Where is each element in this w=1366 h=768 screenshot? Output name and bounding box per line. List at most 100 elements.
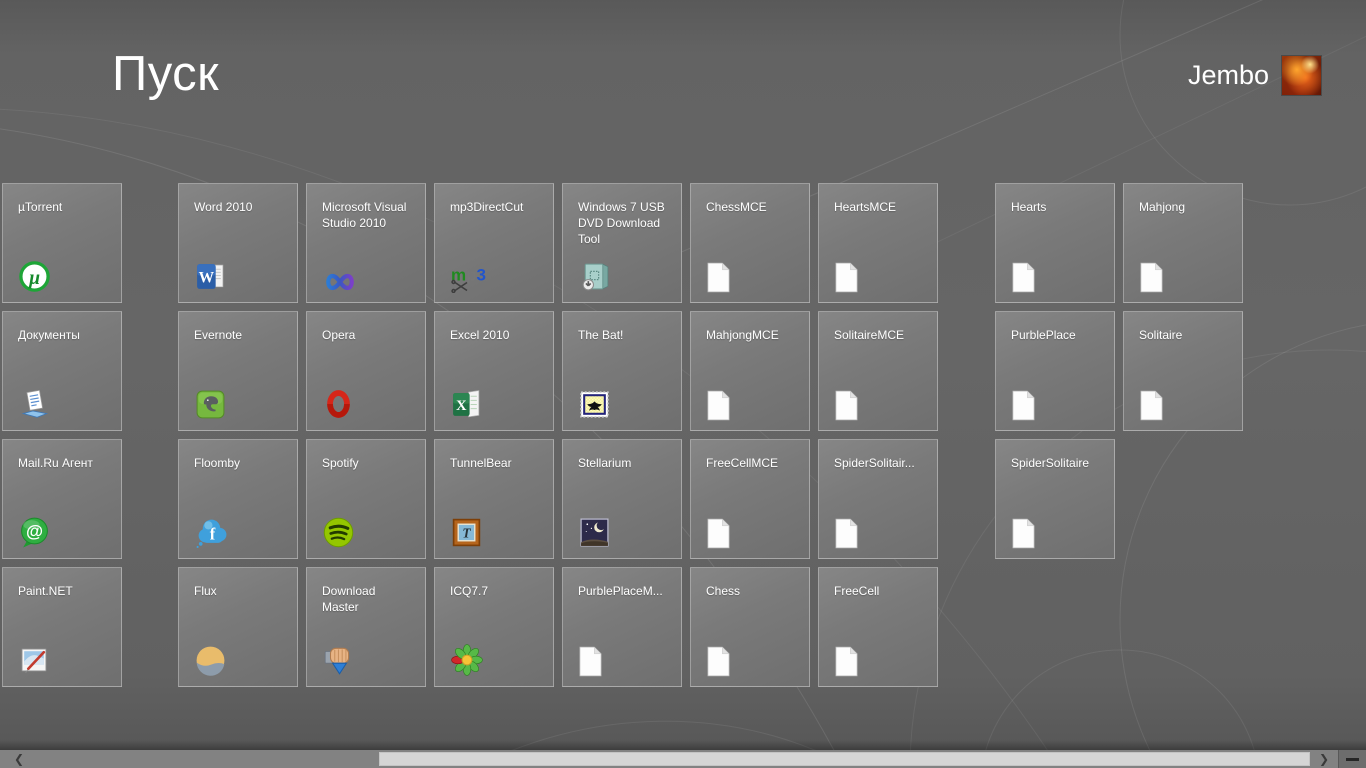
visual-studio-icon — [322, 257, 360, 293]
tile[interactable]: Mahjong — [1123, 183, 1243, 303]
tile-label: Windows 7 USB DVD Download Tool — [578, 199, 671, 247]
blank-document-icon — [1139, 385, 1177, 421]
tile-label: Evernote — [194, 327, 287, 343]
mailru-agent-icon: @ — [18, 513, 56, 549]
tile-label: SpiderSolitaire — [1011, 455, 1104, 471]
utorrent-icon: µ — [18, 257, 56, 293]
user-button[interactable]: Jembo — [1188, 56, 1321, 95]
tile[interactable]: Word 2010W — [178, 183, 298, 303]
tile[interactable]: Opera — [306, 311, 426, 431]
tile-label: ChessMCE — [706, 199, 799, 215]
mp3directcut-icon: mp3 — [450, 257, 488, 293]
minus-icon — [1346, 758, 1359, 761]
blank-document-icon — [1139, 257, 1177, 293]
tile-label: PurblePlaceM... — [578, 583, 671, 599]
tile[interactable]: mp3DirectCut mp3 — [434, 183, 554, 303]
tunnelbear-icon: T — [450, 513, 488, 549]
tile[interactable]: Windows 7 USB DVD Download Tool — [562, 183, 682, 303]
tile[interactable]: ICQ7.7 — [434, 567, 554, 687]
thebat-icon — [578, 385, 616, 421]
tile[interactable]: Excel 2010 X — [434, 311, 554, 431]
user-avatar — [1282, 56, 1321, 95]
tile[interactable]: Spotify — [306, 439, 426, 559]
tile[interactable]: Stellarium — [562, 439, 682, 559]
tile-label: Документы — [18, 327, 111, 343]
tile-label: Download Master — [322, 583, 415, 615]
tile[interactable]: Microsoft Visual Studio 2010 — [306, 183, 426, 303]
tile-label: Excel 2010 — [450, 327, 543, 343]
tile[interactable]: Chess — [690, 567, 810, 687]
tile[interactable]: Evernote — [178, 311, 298, 431]
scrollbar-shadow — [0, 740, 1366, 750]
blank-document-icon — [834, 385, 872, 421]
tile[interactable]: PurblePlace — [995, 311, 1115, 431]
blank-document-icon — [834, 257, 872, 293]
spotify-icon — [322, 513, 360, 549]
tile-label: µTorrent — [18, 199, 111, 215]
tile-label: HeartsMCE — [834, 199, 927, 215]
tile[interactable]: MahjongMCE — [690, 311, 810, 431]
tile-label: Mahjong — [1139, 199, 1232, 215]
tile-label: Microsoft Visual Studio 2010 — [322, 199, 415, 231]
tile[interactable]: SolitaireMCE — [818, 311, 938, 431]
tile-label: Flux — [194, 583, 287, 599]
svg-text:mp3: mp3 — [451, 266, 486, 285]
stellarium-icon — [578, 513, 616, 549]
floomby-icon: f — [194, 513, 232, 549]
tile[interactable]: Hearts — [995, 183, 1115, 303]
tile[interactable]: µTorrent µ — [2, 183, 122, 303]
horizontal-scrollbar: ❮ ❯ — [0, 750, 1366, 768]
tile[interactable]: ChessMCE — [690, 183, 810, 303]
tile[interactable]: FreeCell — [818, 567, 938, 687]
tile-label: TunnelBear — [450, 455, 543, 471]
tile[interactable]: Flux — [178, 567, 298, 687]
tile[interactable]: TunnelBear T — [434, 439, 554, 559]
tile-label: SpiderSolitair... — [834, 455, 927, 471]
word-icon: W — [194, 257, 232, 293]
tile-label: mp3DirectCut — [450, 199, 543, 215]
evernote-icon — [194, 385, 232, 421]
semantic-zoom-out-button[interactable] — [1338, 750, 1366, 768]
win7-usb-dvd-tool-icon — [578, 257, 616, 293]
tile-label: FreeCellMCE — [706, 455, 799, 471]
tile-label: Chess — [706, 583, 799, 599]
excel-icon: X — [450, 385, 488, 421]
tile[interactable]: SpiderSolitair... — [818, 439, 938, 559]
tile-label: The Bat! — [578, 327, 671, 343]
blank-document-icon — [834, 513, 872, 549]
svg-text:f: f — [210, 525, 216, 544]
tile-label: PurblePlace — [1011, 327, 1104, 343]
scroll-right-arrow-icon[interactable]: ❯ — [1310, 750, 1338, 768]
tile[interactable]: SpiderSolitaire — [995, 439, 1115, 559]
scrollbar-thumb[interactable] — [379, 752, 1310, 766]
tile[interactable]: Solitaire — [1123, 311, 1243, 431]
tile-label: Spotify — [322, 455, 415, 471]
scroll-left-arrow-icon[interactable]: ❮ — [0, 750, 38, 768]
blank-document-icon — [706, 385, 744, 421]
svg-text:µ: µ — [28, 268, 40, 289]
paintnet-icon — [18, 641, 56, 677]
page-title: Пуск — [112, 46, 219, 102]
blank-document-icon — [1011, 257, 1049, 293]
tile[interactable]: Mail.Ru Агент @ — [2, 439, 122, 559]
blank-document-icon — [834, 641, 872, 677]
tile-label: Solitaire — [1139, 327, 1232, 343]
tile[interactable]: Download Master — [306, 567, 426, 687]
blank-document-icon — [578, 641, 616, 677]
tile[interactable]: FreeCellMCE — [690, 439, 810, 559]
svg-text:@: @ — [26, 521, 43, 541]
svg-text:T: T — [462, 526, 471, 541]
tile[interactable]: Floomby f — [178, 439, 298, 559]
tile[interactable]: Документы — [2, 311, 122, 431]
blank-document-icon — [1011, 385, 1049, 421]
tile-label: Stellarium — [578, 455, 671, 471]
tile-label: Opera — [322, 327, 415, 343]
tile[interactable]: The Bat! — [562, 311, 682, 431]
opera-icon — [322, 385, 360, 421]
tile-label: SolitaireMCE — [834, 327, 927, 343]
tile[interactable]: Paint.NET — [2, 567, 122, 687]
tile-label: Floomby — [194, 455, 287, 471]
tile[interactable]: PurblePlaceM... — [562, 567, 682, 687]
tile[interactable]: HeartsMCE — [818, 183, 938, 303]
tile-label: Mail.Ru Агент — [18, 455, 111, 471]
